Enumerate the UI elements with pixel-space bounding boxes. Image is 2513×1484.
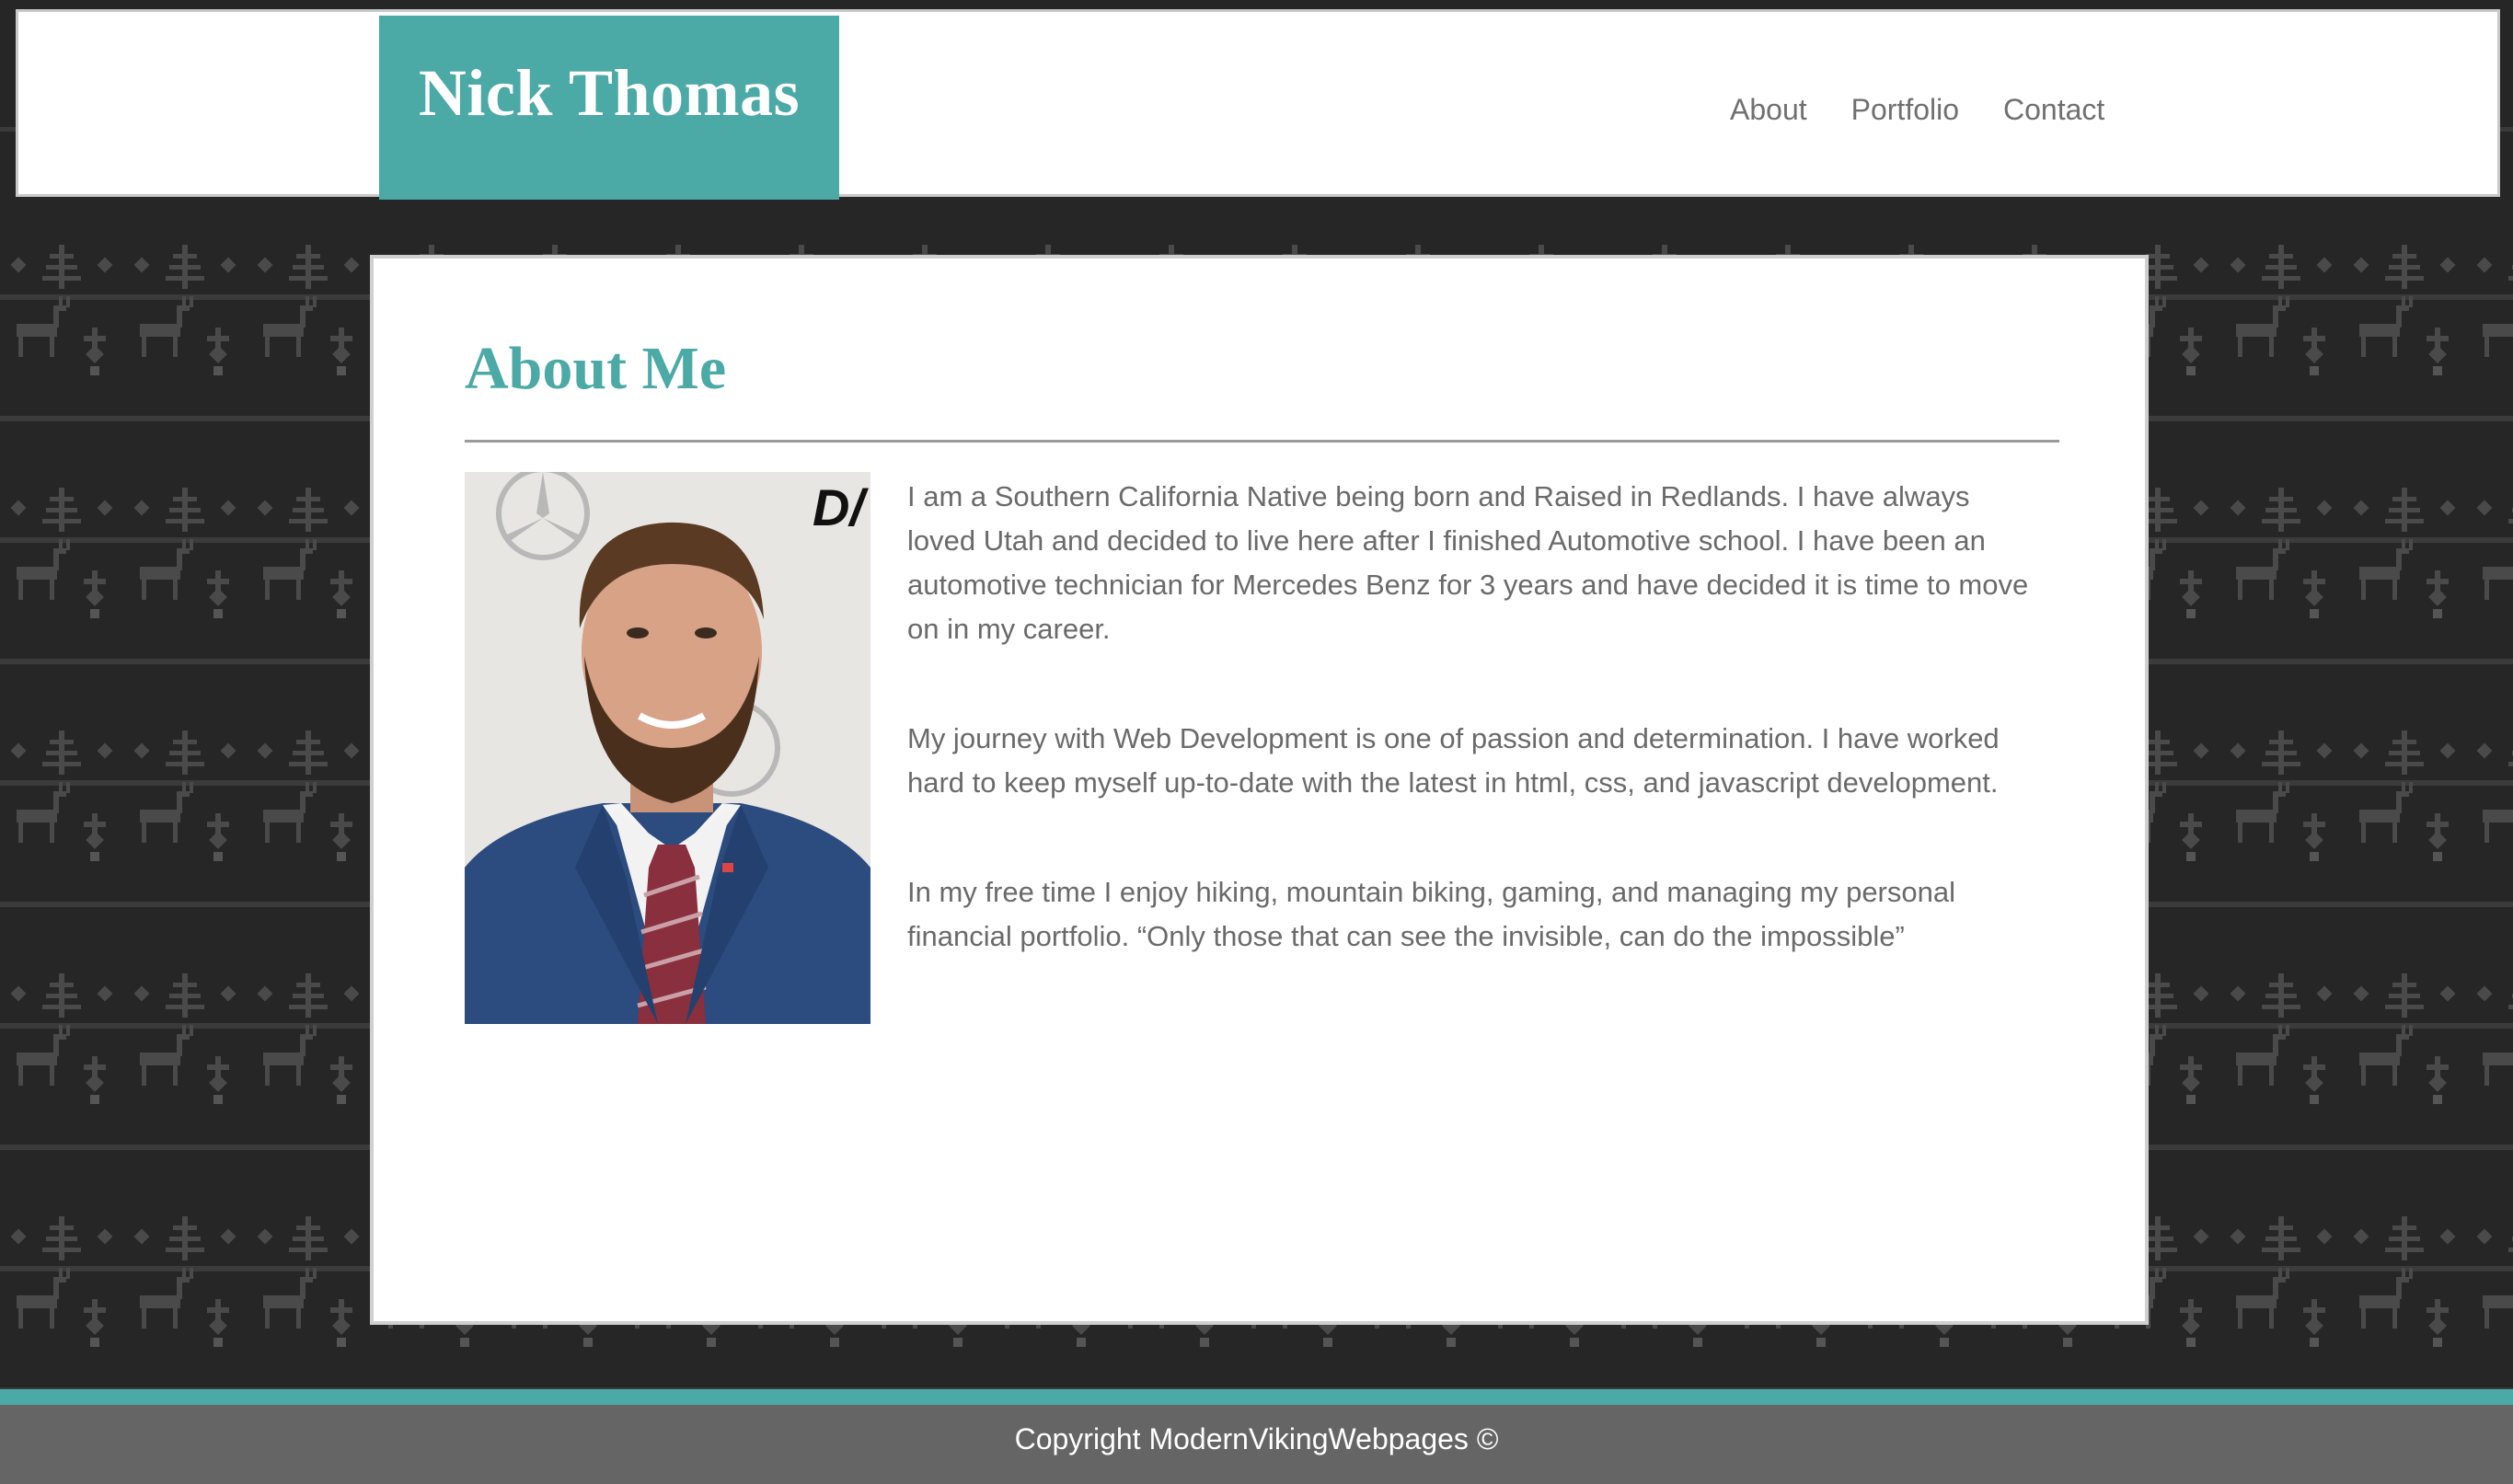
- profile-photo-illustration: D/: [465, 472, 870, 1024]
- main-nav: About Portfolio Contact: [1730, 93, 2149, 127]
- bio-paragraph-2: My journey with Web Development is one o…: [907, 722, 2000, 799]
- svg-text:D/: D/: [813, 478, 869, 536]
- nav-link-contact[interactable]: Contact: [2003, 93, 2104, 127]
- nav-link-about[interactable]: About: [1730, 93, 1807, 127]
- nav-link-portfolio[interactable]: Portfolio: [1851, 93, 1959, 127]
- site-title[interactable]: Nick Thomas: [419, 55, 800, 132]
- about-card: About Me D/ I am a Southern California N…: [370, 255, 2149, 1325]
- copyright-text: Copyright ModernVikingWebpages ©: [1014, 1421, 1499, 1455]
- bio-text: I am a Southern California Native being …: [907, 475, 2039, 1024]
- site-header: Nick Thomas About Portfolio Contact: [16, 9, 2500, 200]
- footer-accent-stripe: [0, 1389, 2513, 1405]
- about-heading: About Me: [465, 335, 727, 402]
- profile-photo: D/: [465, 472, 870, 1024]
- heading-divider: [465, 440, 2059, 443]
- bio-paragraph-3: In my free time I enjoy hiking, mountain…: [907, 876, 1955, 952]
- bio-paragraph-1: I am a Southern California Native being …: [907, 480, 2029, 645]
- site-footer: Copyright ModernVikingWebpages ©: [0, 1405, 2513, 1484]
- brand-logo-block[interactable]: Nick Thomas: [379, 16, 839, 200]
